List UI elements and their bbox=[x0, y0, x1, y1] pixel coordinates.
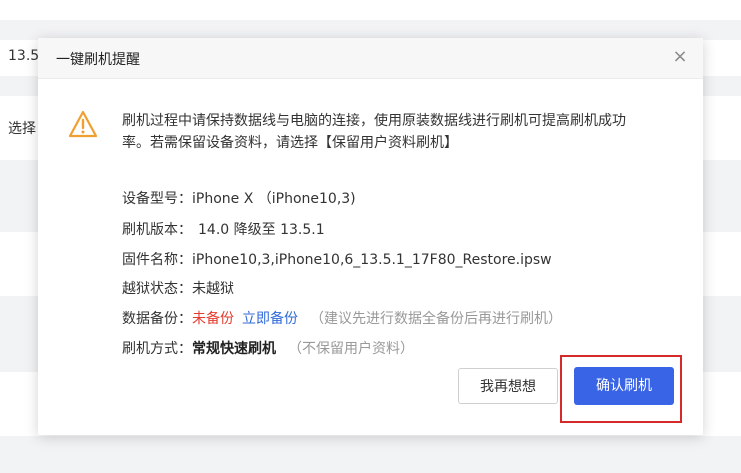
firmware-row: 固件名称：iPhone10,3,iPhone10,6_13.5.1_17F80_… bbox=[122, 249, 552, 269]
flash-mode-row: 刷机方式：常规快速刷机 （不保留用户资料） bbox=[122, 338, 414, 358]
dialog-header: 一键刷机提醒 × bbox=[38, 38, 703, 79]
cancel-button[interactable]: 我再想想 bbox=[458, 368, 558, 404]
backup-status: 未备份 bbox=[192, 311, 234, 327]
jailbreak-label: 越狱状态： bbox=[122, 281, 192, 297]
warning-message: 刷机过程中请保持数据线与电脑的连接，使用原装数据线进行刷机可提高刷机成功 率。若… bbox=[122, 110, 682, 154]
confirm-highlight-box bbox=[560, 355, 682, 423]
device-model-row: 设备型号：iPhone X （iPhone10,3) bbox=[122, 188, 356, 208]
jailbreak-value: 未越狱 bbox=[192, 281, 234, 297]
flash-mode-label: 刷机方式： bbox=[122, 341, 192, 357]
dialog-title: 一键刷机提醒 bbox=[56, 52, 140, 68]
close-icon[interactable]: × bbox=[669, 46, 691, 68]
flash-version-value: 14.0 降级至 13.5.1 bbox=[198, 222, 325, 238]
warning-line-1: 刷机过程中请保持数据线与电脑的连接，使用原装数据线进行刷机可提高刷机成功 bbox=[122, 113, 626, 129]
backup-hint: （建议先进行数据全备份后再进行刷机） bbox=[310, 311, 562, 327]
warning-triangle-icon bbox=[68, 110, 98, 138]
background-select-text: 选择 bbox=[8, 121, 36, 137]
firmware-value: iPhone10,3,iPhone10,6_13.5.1_17F80_Resto… bbox=[192, 252, 552, 268]
warning-line-2: 率。若需保留设备资料，请选择【保留用户资料刷机】 bbox=[122, 135, 458, 151]
flash-version-label: 刷机版本： bbox=[122, 222, 192, 238]
background-row bbox=[0, 0, 741, 20]
background-version-text: 13.5 bbox=[8, 48, 40, 64]
flash-mode-value: 常规快速刷机 bbox=[192, 341, 276, 357]
flash-version-row: 刷机版本： 14.0 降级至 13.5.1 bbox=[122, 219, 325, 239]
backup-label: 数据备份： bbox=[122, 311, 192, 327]
firmware-label: 固件名称： bbox=[122, 252, 192, 268]
device-model-value: iPhone X （iPhone10,3) bbox=[192, 191, 356, 207]
flash-mode-hint: （不保留用户资料） bbox=[288, 341, 414, 357]
jailbreak-row: 越狱状态：未越狱 bbox=[122, 278, 234, 298]
device-model-label: 设备型号： bbox=[122, 191, 192, 207]
backup-row: 数据备份：未备份 立即备份 （建议先进行数据全备份后再进行刷机） bbox=[122, 308, 562, 328]
backup-now-link[interactable]: 立即备份 bbox=[242, 311, 298, 327]
